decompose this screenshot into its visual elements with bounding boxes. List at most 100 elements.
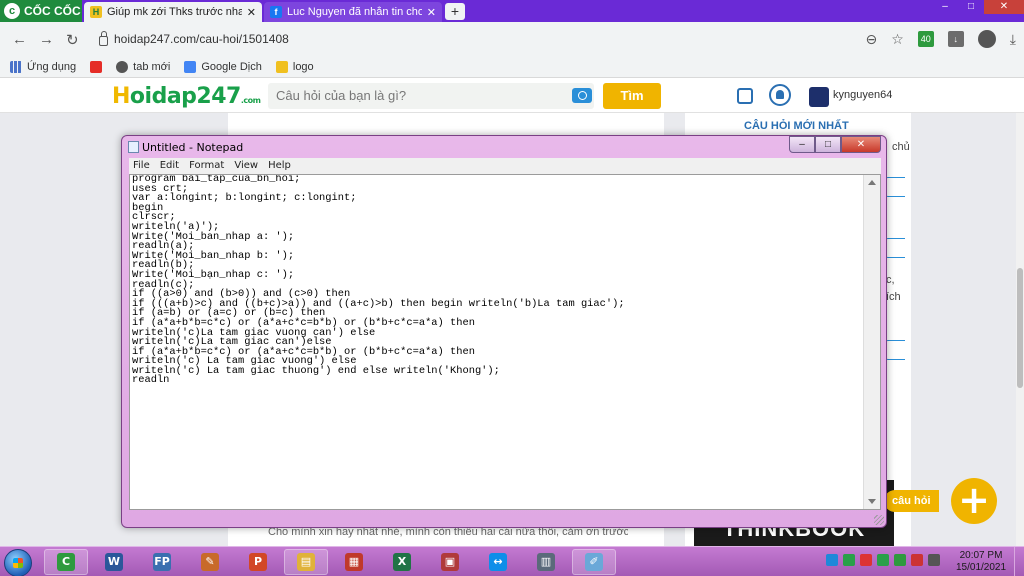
notepad-vertical-scrollbar[interactable] <box>863 175 880 509</box>
excel-icon: X <box>393 553 411 571</box>
bookmark-apps[interactable]: Ứng dụng <box>10 60 76 73</box>
user-avatar[interactable] <box>809 87 829 107</box>
bookmark-label: tab mới <box>133 60 171 73</box>
logo-h: H <box>112 84 130 109</box>
bookmark-star-icon[interactable]: ☆ <box>891 31 904 48</box>
tray-icon[interactable] <box>877 554 889 566</box>
taskbar-app-grid-button[interactable]: ▦ <box>332 549 376 575</box>
apps-grid-icon <box>10 60 22 73</box>
tab-close-icon[interactable]: ✕ <box>427 6 436 19</box>
coccoc-menu-button[interactable]: c CỐC CỐC <box>0 0 82 22</box>
taskbar-word-button[interactable]: W <box>92 549 136 575</box>
notepad-title: Untitled - Notepad <box>142 141 244 154</box>
tray-icon[interactable] <box>911 554 923 566</box>
powerpoint-icon: P <box>249 553 267 571</box>
bookmark-google-translate[interactable]: Google Dịch <box>184 60 262 73</box>
tray-icon[interactable] <box>928 554 940 566</box>
menu-view[interactable]: View <box>234 158 258 174</box>
menu-format[interactable]: Format <box>189 158 224 174</box>
search-button[interactable]: Tìm <box>603 83 661 109</box>
lock-icon <box>99 30 108 46</box>
username[interactable]: kynguyen64 <box>833 89 892 101</box>
url-text: hoidap247.com/cau-hoi/1501408 <box>114 32 289 46</box>
downloads-icon[interactable]: ⤓ <box>1010 31 1016 48</box>
profile-avatar-icon[interactable] <box>977 30 996 48</box>
extension-badge-icon[interactable]: 40 <box>917 31 934 47</box>
taskbar-free-pascal-button[interactable]: FP <box>140 549 184 575</box>
notepad-window[interactable]: Untitled - Notepad – □ ✕ File Edit Forma… <box>121 135 887 528</box>
notepad-maximize-button[interactable]: □ <box>815 136 841 153</box>
site-header: Hoidap247.com Câu hỏi của bạn là gì? Tìm… <box>0 78 1024 113</box>
tray-icon[interactable] <box>826 554 838 566</box>
sidebar-text-fragment: ích <box>886 291 901 303</box>
bookmark-logo[interactable]: logo <box>275 60 314 73</box>
bell-icon[interactable] <box>769 84 791 106</box>
notepad-close-button[interactable]: ✕ <box>841 136 881 153</box>
address-bar[interactable]: hoidap247.com/cau-hoi/1501408 <box>93 27 913 51</box>
tray-icon[interactable] <box>894 554 906 566</box>
show-desktop-button[interactable] <box>1014 547 1024 576</box>
tab-hoidap[interactable]: H Giúp mk zới Thks trước nha! ¢ ✕ <box>84 2 262 22</box>
notepad-edit-area[interactable]: program bai_tap_cua_bn_hoi; uses crt; va… <box>129 174 881 510</box>
taskbar-notepad-button[interactable]: ✐ <box>572 549 616 575</box>
browser-tab-bar: c CỐC CỐC H Giúp mk zới Thks trước nha! … <box>0 0 1024 22</box>
chat-icon[interactable] <box>737 88 753 104</box>
taskbar-explorer-button[interactable]: ▤ <box>284 549 328 575</box>
window-controls: – □ ✕ <box>932 0 1024 14</box>
paint-icon: ✎ <box>201 553 219 571</box>
site-logo[interactable]: Hoidap247.com <box>112 84 261 109</box>
taskbar-excel-button[interactable]: X <box>380 549 424 575</box>
taskbar-teamviewer-button[interactable]: ↔ <box>476 549 520 575</box>
window-minimize-button[interactable]: – <box>932 0 958 14</box>
hoidap-favicon-icon <box>275 60 288 73</box>
globe-icon <box>116 60 129 73</box>
hoidap-favicon-icon: H <box>90 6 102 18</box>
system-tray <box>826 554 940 566</box>
system-clock[interactable]: 20:07 PM 15/01/2021 <box>956 550 1006 574</box>
sidebar-answer-button[interactable] <box>885 177 905 197</box>
taskbar-media-button[interactable]: ▣ <box>428 549 472 575</box>
taskbar-powerpoint-button[interactable]: P <box>236 549 280 575</box>
site-search-input[interactable]: Câu hỏi của bạn là gì? <box>268 83 594 109</box>
tab-title: Giúp mk zới Thks trước nha! ¢ <box>107 6 242 18</box>
tray-icon[interactable] <box>860 554 872 566</box>
notepad-text-content[interactable]: program bai_tap_cua_bn_hoi; uses crt; va… <box>132 175 857 509</box>
free-pascal-icon: FP <box>153 553 171 571</box>
tray-icon[interactable] <box>843 554 855 566</box>
reload-icon[interactable]: ↻ <box>66 31 79 49</box>
coccoc-logo-icon: c <box>4 3 20 19</box>
notepad-minimize-button[interactable]: – <box>789 136 815 153</box>
menu-edit[interactable]: Edit <box>160 158 179 174</box>
window-close-button[interactable]: ✕ <box>984 0 1024 14</box>
forward-arrow-icon[interactable]: → <box>39 31 54 48</box>
sidebar-answer-button[interactable] <box>885 340 905 360</box>
bookmark-new-tab[interactable]: tab mới <box>116 60 171 73</box>
sidebar-answer-button[interactable] <box>885 238 905 258</box>
toolbar-actions: ⊖ ☆ 40 ↓ ⤓ <box>866 30 1016 48</box>
calculator-icon: ▥ <box>537 553 555 571</box>
ask-question-label[interactable]: câu hỏi <box>884 490 939 512</box>
back-arrow-icon[interactable]: ← <box>12 31 27 48</box>
notepad-window-controls: – □ ✕ <box>789 136 881 153</box>
window-maximize-button[interactable]: □ <box>958 0 984 14</box>
zoom-icon[interactable]: ⊖ <box>866 31 878 48</box>
coccoc-icon: C <box>57 553 75 571</box>
taskbar-coccoc-button[interactable]: C <box>44 549 88 575</box>
camera-icon[interactable] <box>572 88 592 103</box>
google-translate-icon <box>184 60 197 73</box>
bookmark-youtube[interactable] <box>90 60 103 73</box>
start-button[interactable] <box>4 549 32 576</box>
download-extension-icon[interactable]: ↓ <box>947 31 964 47</box>
taskbar-calculator-button[interactable]: ▥ <box>524 549 568 575</box>
tab-facebook[interactable]: f Luc Nguyen đã nhắn tin cho b ✕ <box>264 2 442 22</box>
new-tab-button[interactable]: + <box>445 3 465 20</box>
facebook-favicon-icon: f <box>270 6 282 18</box>
ask-question-button[interactable]: + <box>951 478 997 524</box>
tab-close-icon[interactable]: ✕ <box>247 6 256 19</box>
resize-grip-icon[interactable] <box>874 515 884 525</box>
windows-taskbar: C W FP ✎ P ▤ ▦ X ▣ ↔ ▥ ✐ 20:07 PM 15/01/2021 <box>0 546 1024 576</box>
menu-help[interactable]: Help <box>268 158 291 174</box>
page-scrollbar-thumb[interactable] <box>1017 268 1023 388</box>
menu-file[interactable]: File <box>133 158 150 174</box>
taskbar-paint-button[interactable]: ✎ <box>188 549 232 575</box>
